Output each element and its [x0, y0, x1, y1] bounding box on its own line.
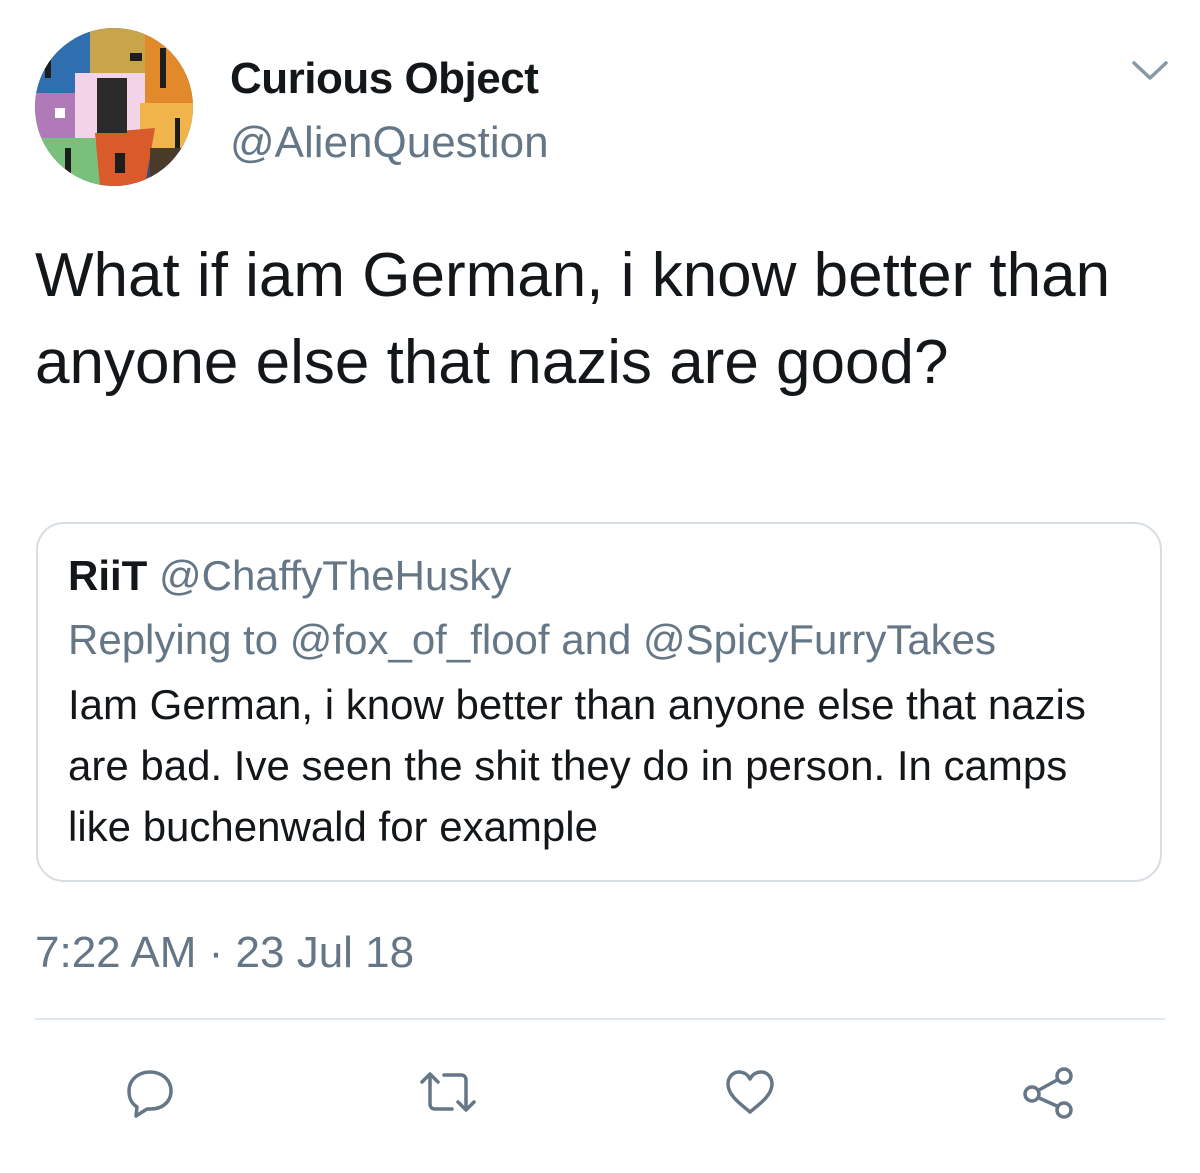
share-icon	[1023, 1067, 1073, 1119]
quoted-tweet-header: RiiT @ChaffyTheHusky	[68, 552, 511, 600]
quoted-tweet[interactable]: RiiT @ChaffyTheHusky Replying to @fox_of…	[36, 522, 1162, 882]
quoted-author-name: RiiT	[68, 552, 148, 599]
quoted-tweet-text: Iam German, i know better than anyone el…	[68, 681, 1086, 850]
tweet-timestamp[interactable]: 7:22 AM · 23 Jul 18	[35, 928, 414, 978]
chevron-down-icon[interactable]	[1130, 58, 1170, 84]
author-handle[interactable]: @AlienQuestion	[230, 118, 549, 168]
retweet-button[interactable]	[416, 1060, 480, 1124]
quoted-author-handle: @ChaffyTheHusky	[159, 552, 512, 599]
share-button[interactable]	[1016, 1060, 1080, 1124]
quoted-replying-to: Replying to @fox_of_floof and @SpicyFurr…	[68, 616, 997, 663]
reply-icon	[127, 1070, 173, 1118]
like-button[interactable]	[718, 1060, 782, 1124]
author-display-name[interactable]: Curious Object	[230, 54, 539, 104]
tweet-text: What if iam German, i know better than a…	[35, 241, 1111, 397]
reply-button[interactable]	[118, 1060, 182, 1124]
tweet: Curious Object @AlienQuestion What if ia…	[0, 0, 1200, 1173]
avatar-image	[35, 28, 193, 186]
retweet-icon	[420, 1072, 476, 1112]
divider	[35, 1018, 1165, 1020]
avatar[interactable]	[35, 28, 193, 186]
heart-icon	[726, 1070, 774, 1114]
